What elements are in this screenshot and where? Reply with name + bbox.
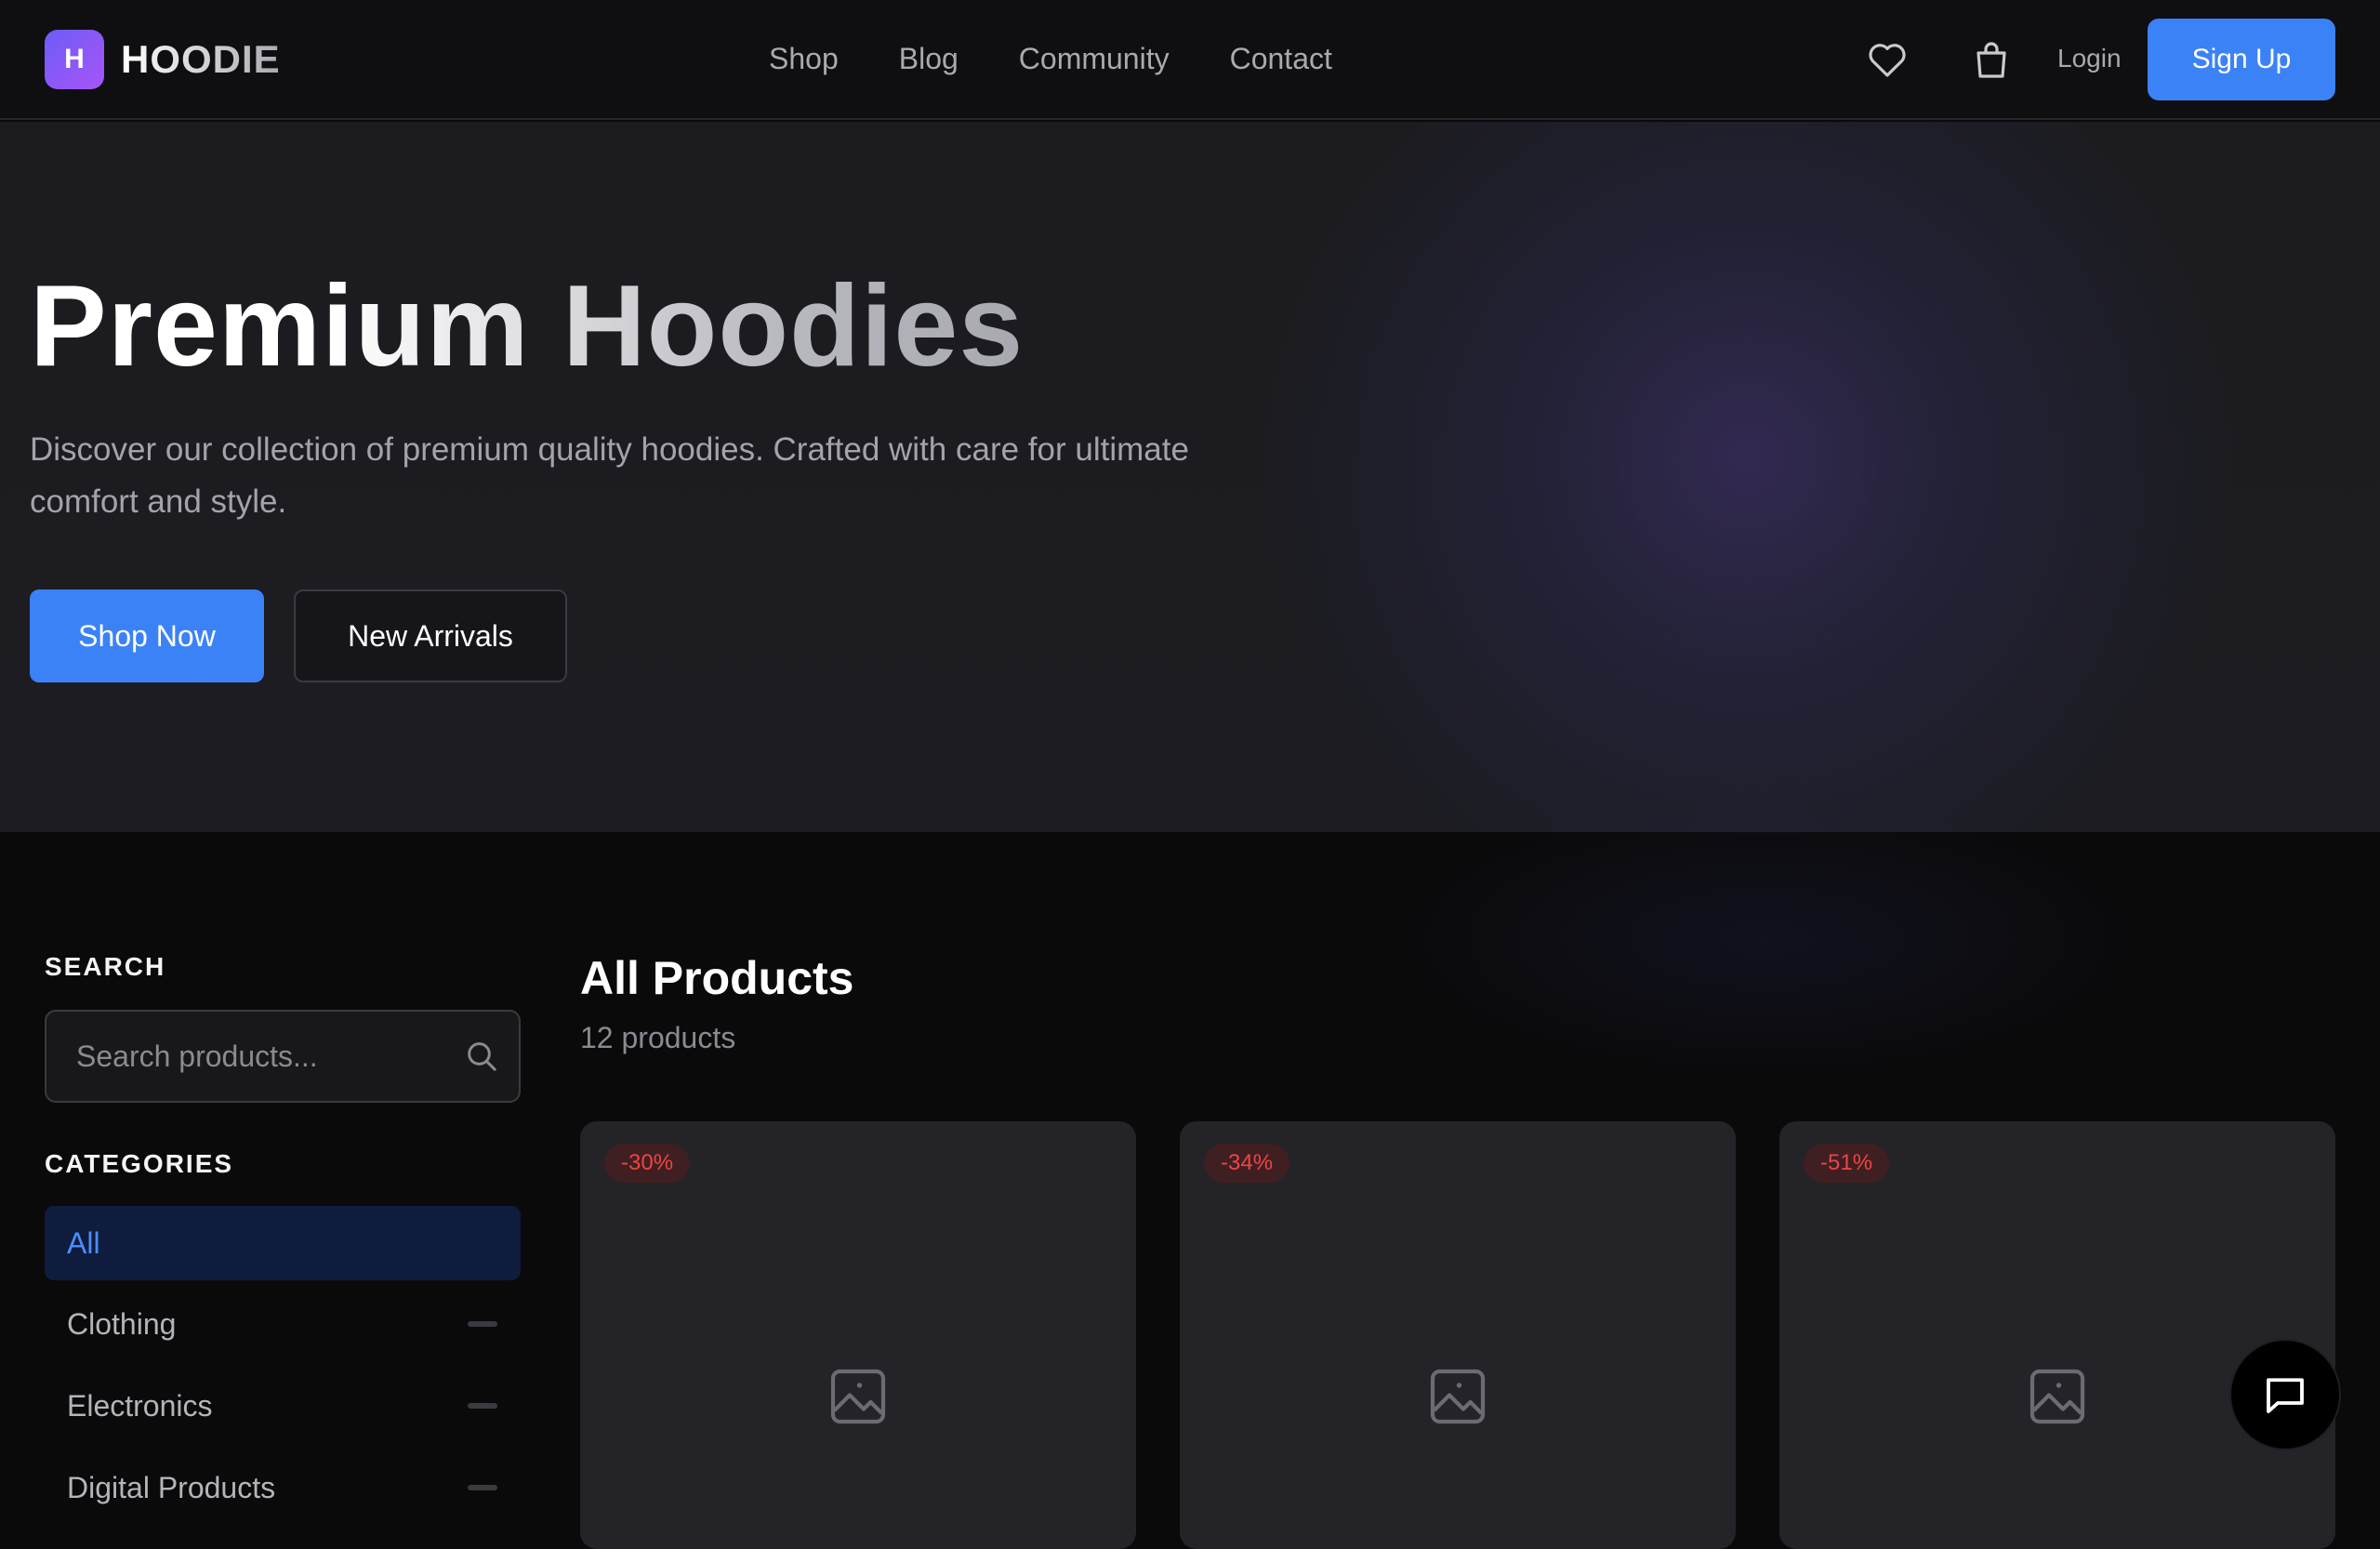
category-count-placeholder	[468, 1321, 497, 1327]
background-glow	[1395, 800, 2138, 1079]
hero-subtitle: Discover our collection of premium quali…	[30, 431, 1189, 520]
category-label: Electronics	[67, 1389, 213, 1423]
logo-mark: H	[45, 30, 104, 89]
hero-section: Premium Hoodies Discover our collection …	[0, 122, 2380, 832]
search-box	[45, 1010, 521, 1103]
product-card[interactable]: -34%	[1180, 1121, 1736, 1549]
category-digital-products[interactable]: Digital Products	[45, 1450, 521, 1525]
page-title: All Products	[580, 952, 854, 1004]
nav-community[interactable]: Community	[1019, 37, 1170, 80]
hero-title: Premium Hoodies	[30, 262, 1025, 391]
discount-badge: -51%	[1804, 1144, 1890, 1183]
chat-button[interactable]	[2229, 1339, 2341, 1450]
category-clothing[interactable]: Clothing	[45, 1287, 521, 1361]
chat-bubble-icon	[2267, 1378, 2304, 1413]
nav-shop[interactable]: Shop	[769, 37, 839, 80]
image-placeholder-icon	[830, 1369, 886, 1424]
product-card[interactable]: -30%	[580, 1121, 1136, 1549]
category-electronics[interactable]: Electronics	[45, 1369, 521, 1443]
heart-icon[interactable]	[1865, 37, 1910, 82]
product-count: 12 products	[580, 1021, 736, 1054]
main-nav: Shop Blog Community Contact	[769, 37, 1332, 80]
nav-contact[interactable]: Contact	[1230, 37, 1332, 80]
discount-badge: -34%	[1204, 1144, 1290, 1183]
category-count-placeholder	[468, 1485, 497, 1490]
search-heading: SEARCH	[45, 952, 166, 981]
shopping-bag-icon[interactable]	[1969, 37, 2014, 82]
category-count-placeholder	[468, 1403, 497, 1409]
product-card[interactable]: -51%	[1779, 1121, 2335, 1549]
discount-badge: -30%	[604, 1144, 691, 1183]
brand-name: HOODIE	[121, 37, 281, 81]
image-placeholder-icon	[1430, 1369, 1486, 1424]
category-label: Digital Products	[67, 1471, 276, 1504]
category-label: Clothing	[67, 1307, 177, 1341]
logo[interactable]: H HOODIE	[45, 30, 281, 89]
login-link[interactable]: Login	[2057, 37, 2122, 80]
categories-heading: CATEGORIES	[45, 1149, 234, 1178]
signup-button[interactable]: Sign Up	[2148, 19, 2335, 100]
search-icon[interactable]	[463, 1038, 500, 1075]
new-arrivals-button[interactable]: New Arrivals	[294, 589, 567, 682]
shop-now-button[interactable]: Shop Now	[30, 589, 264, 682]
nav-blog[interactable]: Blog	[899, 37, 959, 80]
image-placeholder-icon	[2030, 1369, 2085, 1424]
search-input[interactable]	[46, 1012, 456, 1101]
category-label: All	[67, 1226, 100, 1260]
site-header: H HOODIE Shop Blog Community Contact Log…	[0, 0, 2380, 120]
category-all[interactable]: All	[45, 1206, 521, 1280]
